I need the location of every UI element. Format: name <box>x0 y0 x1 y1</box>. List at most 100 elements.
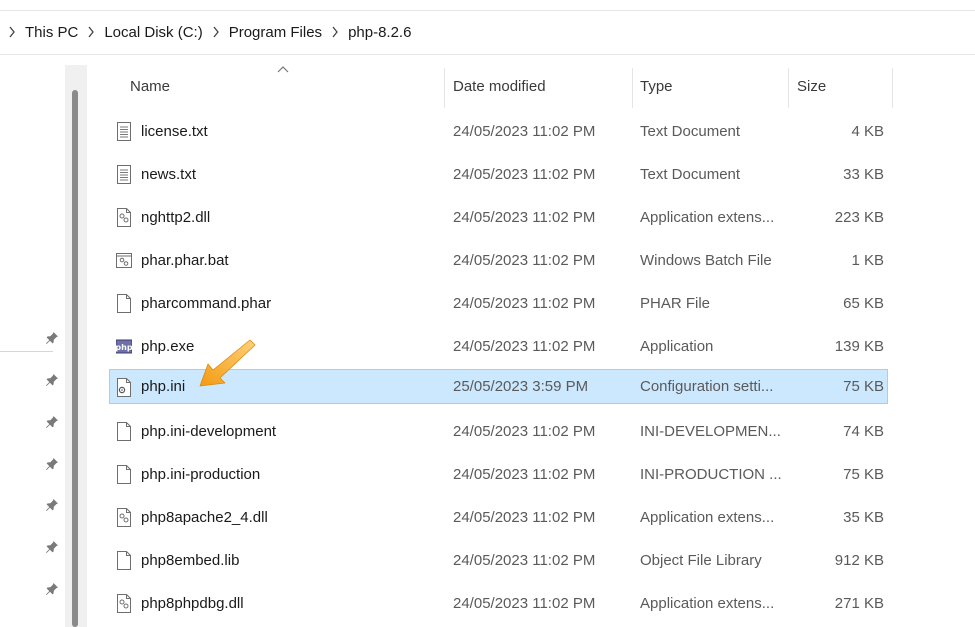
file-row[interactable]: pharcommand.phar 24/05/2023 11:02 PM PHA… <box>109 285 888 321</box>
file-date: 24/05/2023 11:02 PM <box>453 508 596 526</box>
file-size: 75 KB <box>843 465 884 483</box>
nav-scrollbar-thumb[interactable] <box>72 90 78 627</box>
file-date: 24/05/2023 11:02 PM <box>453 337 596 355</box>
file-size: 35 KB <box>843 508 884 526</box>
blank-file-icon <box>116 422 132 441</box>
pin-icon[interactable] <box>45 582 59 596</box>
file-name: php8phpdbg.dll <box>141 594 244 612</box>
breadcrumb-this-pc[interactable]: This PC <box>20 24 83 41</box>
file-row[interactable]: php8embed.lib 24/05/2023 11:02 PM Object… <box>109 542 888 578</box>
file-name: php.exe <box>141 337 195 355</box>
file-date: 24/05/2023 11:02 PM <box>453 422 596 440</box>
file-row[interactable]: nghttp2.dll 24/05/2023 11:02 PM Applicat… <box>109 199 888 235</box>
file-name: php.ini-development <box>141 422 277 440</box>
pin-icon[interactable] <box>45 498 59 512</box>
chevron-right-icon[interactable] <box>208 26 224 38</box>
file-size: 912 KB <box>834 551 884 569</box>
column-header: Name Date modified Type Size <box>88 60 975 110</box>
pin-icon[interactable] <box>45 540 59 554</box>
file-name: license.txt <box>141 122 208 140</box>
file-date: 24/05/2023 11:02 PM <box>453 594 596 612</box>
address-bar-divider <box>0 54 975 55</box>
dll-file-icon <box>116 208 132 227</box>
breadcrumb[interactable]: This PC Local Disk (C:) Program Files ph… <box>0 11 975 53</box>
column-type[interactable]: Type <box>640 60 780 110</box>
file-date: 24/05/2023 11:02 PM <box>453 122 596 140</box>
file-size: 271 KB <box>834 594 884 612</box>
file-size: 1 KB <box>851 251 884 269</box>
file-row[interactable]: phar.phar.bat 24/05/2023 11:02 PM Window… <box>109 242 888 278</box>
file-type: INI-DEVELOPMEN... <box>640 422 781 440</box>
file-size: 223 KB <box>834 208 884 226</box>
column-separator[interactable] <box>444 68 445 108</box>
file-type: Text Document <box>640 165 741 183</box>
file-date: 24/05/2023 11:02 PM <box>453 294 596 312</box>
file-type: PHAR File <box>640 294 711 312</box>
file-date: 24/05/2023 11:02 PM <box>453 551 596 569</box>
file-type: Application <box>640 337 714 355</box>
file-row[interactable]: php8apache2_4.dll 24/05/2023 11:02 PM Ap… <box>109 499 888 535</box>
file-date: 24/05/2023 11:02 PM <box>453 208 596 226</box>
file-date: 24/05/2023 11:02 PM <box>453 251 596 269</box>
text-file-icon <box>116 122 132 141</box>
nav-divider <box>0 351 53 352</box>
batch-file-icon <box>116 251 132 270</box>
breadcrumb-program-files[interactable]: Program Files <box>224 24 327 41</box>
column-date-modified[interactable]: Date modified <box>453 60 633 110</box>
file-name: news.txt <box>141 165 197 183</box>
file-size: 4 KB <box>851 122 884 140</box>
file-name: php.ini <box>141 378 186 395</box>
file-type: INI-PRODUCTION ... <box>640 465 782 483</box>
file-size: 33 KB <box>843 165 884 183</box>
dll-file-icon <box>116 594 132 613</box>
file-name: php8embed.lib <box>141 551 240 569</box>
column-separator[interactable] <box>632 68 633 108</box>
file-size: 65 KB <box>843 294 884 312</box>
blank-file-icon <box>116 294 132 313</box>
config-file-icon <box>116 378 132 397</box>
file-type: Configuration setti... <box>640 378 774 395</box>
file-row[interactable]: php.ini-development 24/05/2023 11:02 PM … <box>109 413 888 449</box>
file-name: php8apache2_4.dll <box>141 508 268 526</box>
file-size: 139 KB <box>834 337 884 355</box>
file-size: 74 KB <box>843 422 884 440</box>
file-type: Application extens... <box>640 594 775 612</box>
file-type: Text Document <box>640 122 741 140</box>
file-date: 24/05/2023 11:02 PM <box>453 165 596 183</box>
file-date: 25/05/2023 3:59 PM <box>453 378 589 395</box>
pin-icon[interactable] <box>45 331 59 345</box>
pin-icon[interactable] <box>45 373 59 387</box>
chevron-right-icon[interactable] <box>83 26 99 38</box>
file-name: phar.phar.bat <box>141 251 229 269</box>
chevron-right-icon[interactable] <box>327 26 343 38</box>
file-name: nghttp2.dll <box>141 208 211 226</box>
php-exe-icon: php <box>116 337 132 356</box>
column-size[interactable]: Size <box>797 60 887 110</box>
pin-icon[interactable] <box>45 415 59 429</box>
pin-icon[interactable] <box>45 457 59 471</box>
file-name: pharcommand.phar <box>141 294 272 312</box>
blank-file-icon <box>116 551 132 570</box>
column-separator[interactable] <box>788 68 789 108</box>
file-row[interactable]: php.ini-production 24/05/2023 11:02 PM I… <box>109 456 888 492</box>
breadcrumb-php-folder[interactable]: php-8.2.6 <box>343 24 416 41</box>
file-type: Application extens... <box>640 508 775 526</box>
file-size: 75 KB <box>843 378 884 395</box>
dll-file-icon <box>116 508 132 527</box>
file-type: Application extens... <box>640 208 775 226</box>
text-file-icon <box>116 165 132 184</box>
breadcrumb-local-disk[interactable]: Local Disk (C:) <box>99 24 207 41</box>
file-type: Object File Library <box>640 551 762 569</box>
file-date: 24/05/2023 11:02 PM <box>453 465 596 483</box>
file-name: php.ini-production <box>141 465 261 483</box>
blank-file-icon <box>116 465 132 484</box>
column-separator[interactable] <box>892 68 893 108</box>
file-row[interactable]: license.txt 24/05/2023 11:02 PM Text Doc… <box>109 113 888 149</box>
file-type: Windows Batch File <box>640 251 772 269</box>
column-name[interactable]: Name <box>130 60 440 110</box>
svg-text:php: php <box>116 343 132 352</box>
annotation-arrow-icon <box>199 339 256 387</box>
file-row[interactable]: news.txt 24/05/2023 11:02 PM Text Docume… <box>109 156 888 192</box>
file-row[interactable]: php8phpdbg.dll 24/05/2023 11:02 PM Appli… <box>109 585 888 621</box>
chevron-right-icon[interactable] <box>4 26 20 38</box>
